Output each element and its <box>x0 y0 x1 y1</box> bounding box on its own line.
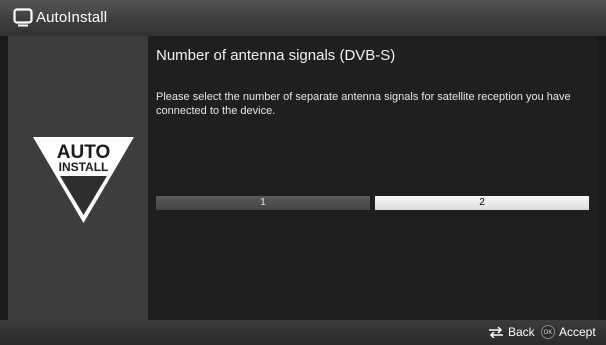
footer-bar: Back OK Accept <box>0 320 606 345</box>
page-title: Number of antenna signals (DVB-S) <box>156 47 396 64</box>
sidebar: AUTO INSTALL <box>8 36 148 320</box>
title-bar: AutoInstall <box>0 0 606 36</box>
instruction-text: Please select the number of separate ant… <box>156 91 571 117</box>
back-button[interactable]: Back <box>488 323 535 341</box>
logo-text-install: INSTALL <box>59 160 109 174</box>
ok-button-icon: OK <box>541 325 555 339</box>
back-arrows-icon <box>489 326 503 338</box>
autoinstall-logo: AUTO INSTALL <box>33 137 134 223</box>
app-title: AutoInstall <box>36 9 108 26</box>
back-label: Back <box>508 325 535 339</box>
option-2-button[interactable]: 2 <box>375 196 589 210</box>
tv-icon <box>13 8 33 27</box>
accept-label: Accept <box>559 325 596 339</box>
option-1-button[interactable]: 1 <box>156 196 370 210</box>
main-panel: Number of antenna signals (DVB-S) Please… <box>148 36 598 320</box>
accept-button[interactable]: OK Accept <box>541 323 596 341</box>
